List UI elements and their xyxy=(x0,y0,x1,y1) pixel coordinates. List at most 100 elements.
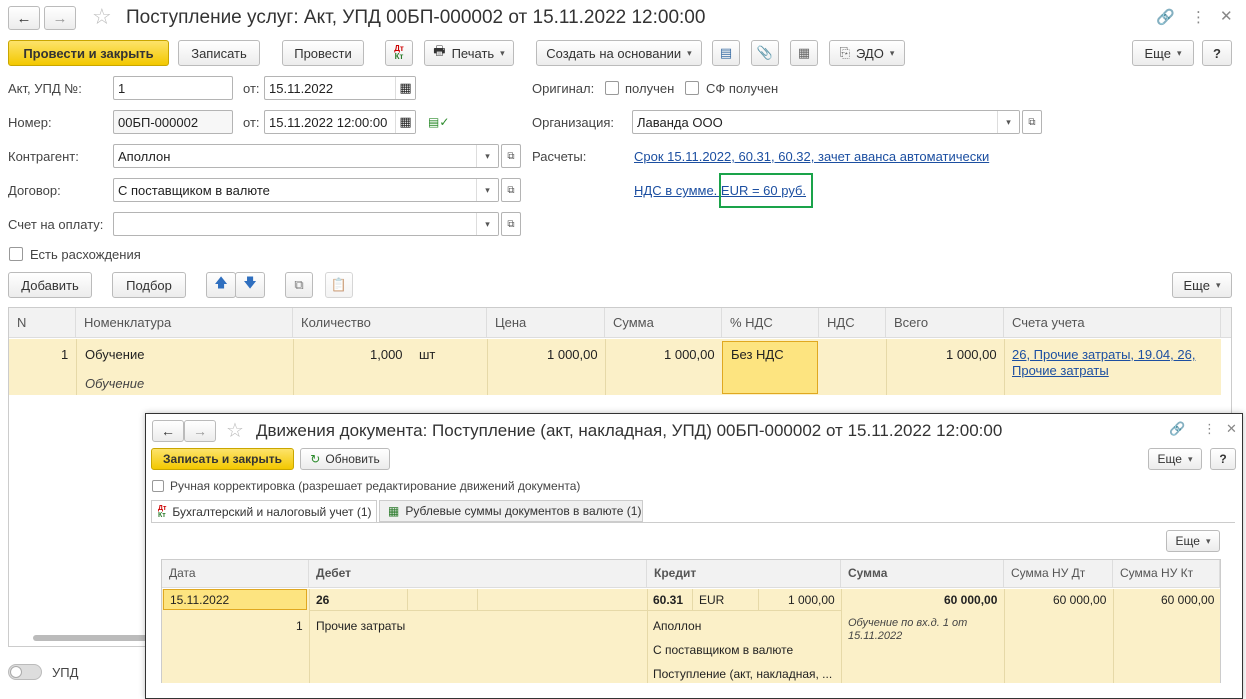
header-accounts[interactable]: Счета учета xyxy=(1004,308,1221,338)
header-price[interactable]: Цена xyxy=(487,308,605,338)
tab-ruble-sums[interactable]: ▦ Рублевые суммы документов в валюте (1) xyxy=(379,500,643,522)
paste-icon[interactable]: 📋 xyxy=(325,272,353,298)
modal-link-icon[interactable]: 🔗 xyxy=(1169,421,1185,437)
close-icon[interactable]: ✕ xyxy=(1220,7,1233,25)
act-number-field[interactable]: 1 xyxy=(113,76,233,100)
post-and-close-button[interactable]: Провести и закрыть xyxy=(8,40,169,66)
open-invoice-icon[interactable]: ⧉ xyxy=(501,212,521,236)
cell-unit[interactable]: шт xyxy=(419,347,435,362)
move-down-icon[interactable]: 🡇 xyxy=(235,272,265,298)
modal-help-button[interactable]: ? xyxy=(1210,448,1236,470)
cell-currency[interactable]: EUR xyxy=(699,593,724,607)
settlements-link[interactable]: Срок 15.11.2022, 60.31, 60.32, зачет ава… xyxy=(634,149,989,164)
chevron-down-icon[interactable]: ▾ xyxy=(997,111,1019,133)
act-date-field[interactable]: 15.11.2022 ▦ xyxy=(264,76,416,100)
table-row[interactable]: 1 Обучение Обучение 1,000 шт 1 000,00 1 … xyxy=(9,339,1221,395)
header-credit[interactable]: Кредит xyxy=(647,560,841,588)
save-button[interactable]: Записать xyxy=(178,40,260,66)
cell-amount[interactable]: 60 000,00 xyxy=(944,593,997,607)
link-icon[interactable]: 🔗 xyxy=(1156,8,1175,26)
help-button[interactable]: ? xyxy=(1202,40,1232,66)
cell-credit-sub1[interactable]: Аполлон xyxy=(653,619,701,633)
header-sum[interactable]: Сумма xyxy=(605,308,722,338)
open-contractor-icon[interactable]: ⧉ xyxy=(501,144,521,168)
header-vat[interactable]: НДС xyxy=(819,308,886,338)
modal-close-icon[interactable]: ✕ xyxy=(1226,421,1237,437)
more-button[interactable]: Еще xyxy=(1132,40,1194,66)
cell-credit-sub3[interactable]: Поступление (акт, накладная, ... xyxy=(653,667,832,681)
chevron-down-icon[interactable]: ▾ xyxy=(476,213,498,235)
header-tax-dt[interactable]: Сумма НУ Дт xyxy=(1004,560,1113,588)
header-total[interactable]: Всего xyxy=(886,308,1004,338)
chevron-down-icon[interactable]: ▾ xyxy=(476,145,498,167)
contractor-field[interactable]: Аполлон ▾ xyxy=(113,144,499,168)
attachment-icon[interactable]: 📎 xyxy=(751,40,779,66)
header-debit[interactable]: Дебет xyxy=(309,560,647,588)
manual-adjust-checkbox[interactable] xyxy=(152,480,164,492)
report-icon[interactable]: ▦ xyxy=(790,40,818,66)
organization-field[interactable]: Лаванда ООО ▾ xyxy=(632,110,1020,134)
dt-kt-icon[interactable]: Дт Кт xyxy=(385,40,413,66)
print-button[interactable]: 🖶 Печать xyxy=(424,40,514,66)
cell-total[interactable]: 1 000,00 xyxy=(946,347,997,362)
create-based-on-button[interactable]: Создать на основании xyxy=(536,40,702,66)
cell-vat-rate[interactable]: Без НДС xyxy=(722,341,818,394)
cell-sum[interactable]: 1 000,00 xyxy=(664,347,715,362)
modal-more-button[interactable]: Еще xyxy=(1148,448,1202,470)
add-row-button[interactable]: Добавить xyxy=(8,272,92,298)
copy-icon[interactable]: ⧉ xyxy=(285,272,313,298)
sf-received-checkbox[interactable] xyxy=(685,81,699,95)
number-field[interactable]: 00БП-000002 xyxy=(113,110,233,134)
header-n[interactable]: N xyxy=(9,308,76,338)
header-tax-kt[interactable]: Сумма НУ Кт xyxy=(1113,560,1220,588)
back-button[interactable]: ← xyxy=(8,6,40,30)
check-document-icon[interactable]: ▤✓ xyxy=(428,115,449,129)
calendar-icon[interactable]: ▦ xyxy=(395,111,415,133)
header-amount[interactable]: Сумма xyxy=(841,560,1004,588)
cell-accounts-link[interactable]: 26, Прочие затраты, 19.04, 26, xyxy=(1012,347,1195,362)
horizontal-scrollbar[interactable] xyxy=(33,635,163,641)
cell-price[interactable]: 1 000,00 xyxy=(547,347,598,362)
cell-tax-kt[interactable]: 60 000,00 xyxy=(1161,593,1214,607)
original-received-checkbox[interactable] xyxy=(605,81,619,95)
inner-more-button[interactable]: Еще xyxy=(1166,530,1220,552)
contract-field[interactable]: С поставщиком в валюте ▾ xyxy=(113,178,499,202)
move-up-icon[interactable]: 🡅 xyxy=(206,272,236,298)
modal-forward-button[interactable]: → xyxy=(184,420,216,442)
table-more-button[interactable]: Еще xyxy=(1172,272,1232,298)
header-item[interactable]: Номенклатура xyxy=(76,308,293,338)
cell-debit-account[interactable]: 26 xyxy=(316,593,329,607)
forward-button[interactable]: → xyxy=(44,6,76,30)
cell-currency-amount[interactable]: 1 000,00 xyxy=(788,593,835,607)
structure-icon[interactable]: ▤ xyxy=(712,40,740,66)
header-vat-rate[interactable]: % НДС xyxy=(722,308,819,338)
chevron-down-icon[interactable]: ▾ xyxy=(476,179,498,201)
header-date[interactable]: Дата xyxy=(162,560,309,588)
open-organization-icon[interactable]: ⧉ xyxy=(1022,110,1042,134)
upd-toggle[interactable] xyxy=(8,664,42,680)
discrepancies-checkbox[interactable] xyxy=(9,247,23,261)
post-button[interactable]: Провести xyxy=(282,40,364,66)
open-contract-icon[interactable]: ⧉ xyxy=(501,178,521,202)
tab-accounting[interactable]: Дт Кт Бухгалтерский и налоговый учет (1) xyxy=(151,500,377,523)
cell-accounts-link-2[interactable]: Прочие затраты xyxy=(1012,363,1109,378)
pick-button[interactable]: Подбор xyxy=(112,272,186,298)
refresh-button[interactable]: ↻ Обновить xyxy=(300,448,390,470)
cell-credit-account[interactable]: 60.31 xyxy=(653,593,683,607)
calendar-icon[interactable]: ▦ xyxy=(395,77,415,99)
cell-date[interactable]: 15.11.2022 xyxy=(163,589,307,610)
edo-button[interactable]: ⎘ ЭДО xyxy=(829,40,905,66)
favorite-star-icon[interactable]: ☆ xyxy=(92,4,112,30)
cell-tax-dt[interactable]: 60 000,00 xyxy=(1053,593,1106,607)
invoice-field[interactable]: ▾ xyxy=(113,212,499,236)
cell-item[interactable]: Обучение xyxy=(85,347,144,362)
movement-row[interactable]: 15.11.2022 1 26 Прочие затраты 60.31 EUR… xyxy=(162,589,1220,683)
modal-favorite-star-icon[interactable]: ☆ xyxy=(226,418,244,443)
modal-menu-dots-icon[interactable]: ⋮ xyxy=(1203,421,1216,437)
save-and-close-button[interactable]: Записать и закрыть xyxy=(151,448,294,470)
header-qty[interactable]: Количество xyxy=(293,308,487,338)
menu-dots-icon[interactable]: ⋮ xyxy=(1191,8,1206,26)
modal-back-button[interactable]: ← xyxy=(152,420,184,442)
cell-debit-sub[interactable]: Прочие затраты xyxy=(316,619,405,633)
cell-credit-sub2[interactable]: С поставщиком в валюте xyxy=(653,643,793,657)
